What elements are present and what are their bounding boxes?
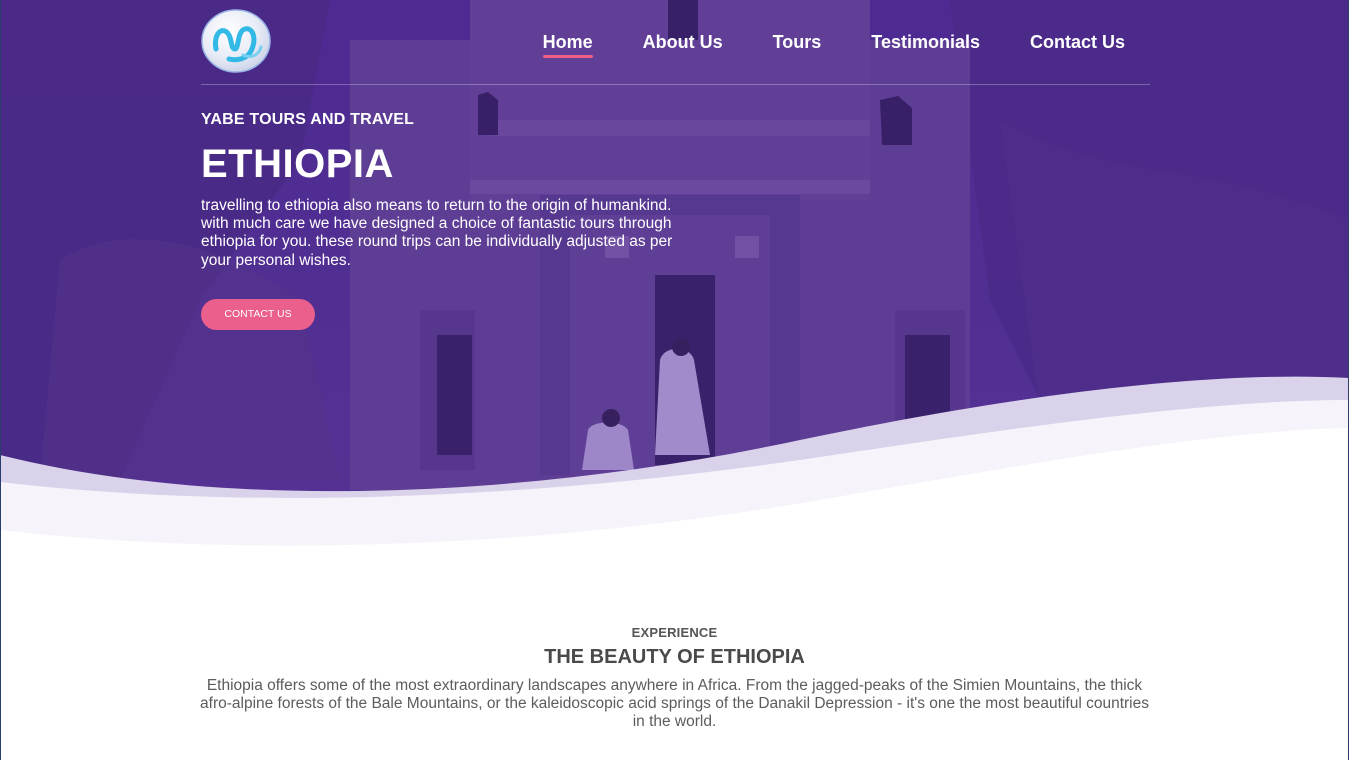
experience-section: EXPERIENCE THE BEAUTY OF ETHIOPIA Ethiop… <box>0 625 1349 732</box>
section-eyebrow: EXPERIENCE <box>631 625 718 640</box>
nav-item-about-us[interactable]: About Us <box>643 31 723 53</box>
nav-item-contact-us[interactable]: Contact Us <box>1030 31 1125 53</box>
hero-wave-divider <box>0 376 1349 580</box>
hero-title: ETHIOPIA <box>201 142 394 186</box>
nav-item-tours[interactable]: Tours <box>773 31 822 53</box>
hero-eyebrow: YABE TOURS AND TRAVEL <box>201 111 415 128</box>
hero-description: travelling to ethiopia also means to ret… <box>201 197 673 269</box>
nav-item-testimonials[interactable]: Testimonials <box>871 31 980 53</box>
hero-content: YABE TOURS AND TRAVEL ETHIOPIA travellin… <box>201 111 701 330</box>
section-description: Ethiopia offers some of the most extraor… <box>200 677 1149 731</box>
section-title: THE BEAUTY OF ETHIOPIA <box>544 646 805 668</box>
yabe-logo-icon[interactable] <box>201 9 271 73</box>
nav-menu: Home About Us Tours Testimonials Contact… <box>542 31 1125 58</box>
contact-us-button[interactable]: CONTACT US <box>201 298 315 330</box>
nav-item-home[interactable]: Home <box>542 31 593 58</box>
main-navigation: Home About Us Tours Testimonials Contact… <box>201 0 1150 85</box>
